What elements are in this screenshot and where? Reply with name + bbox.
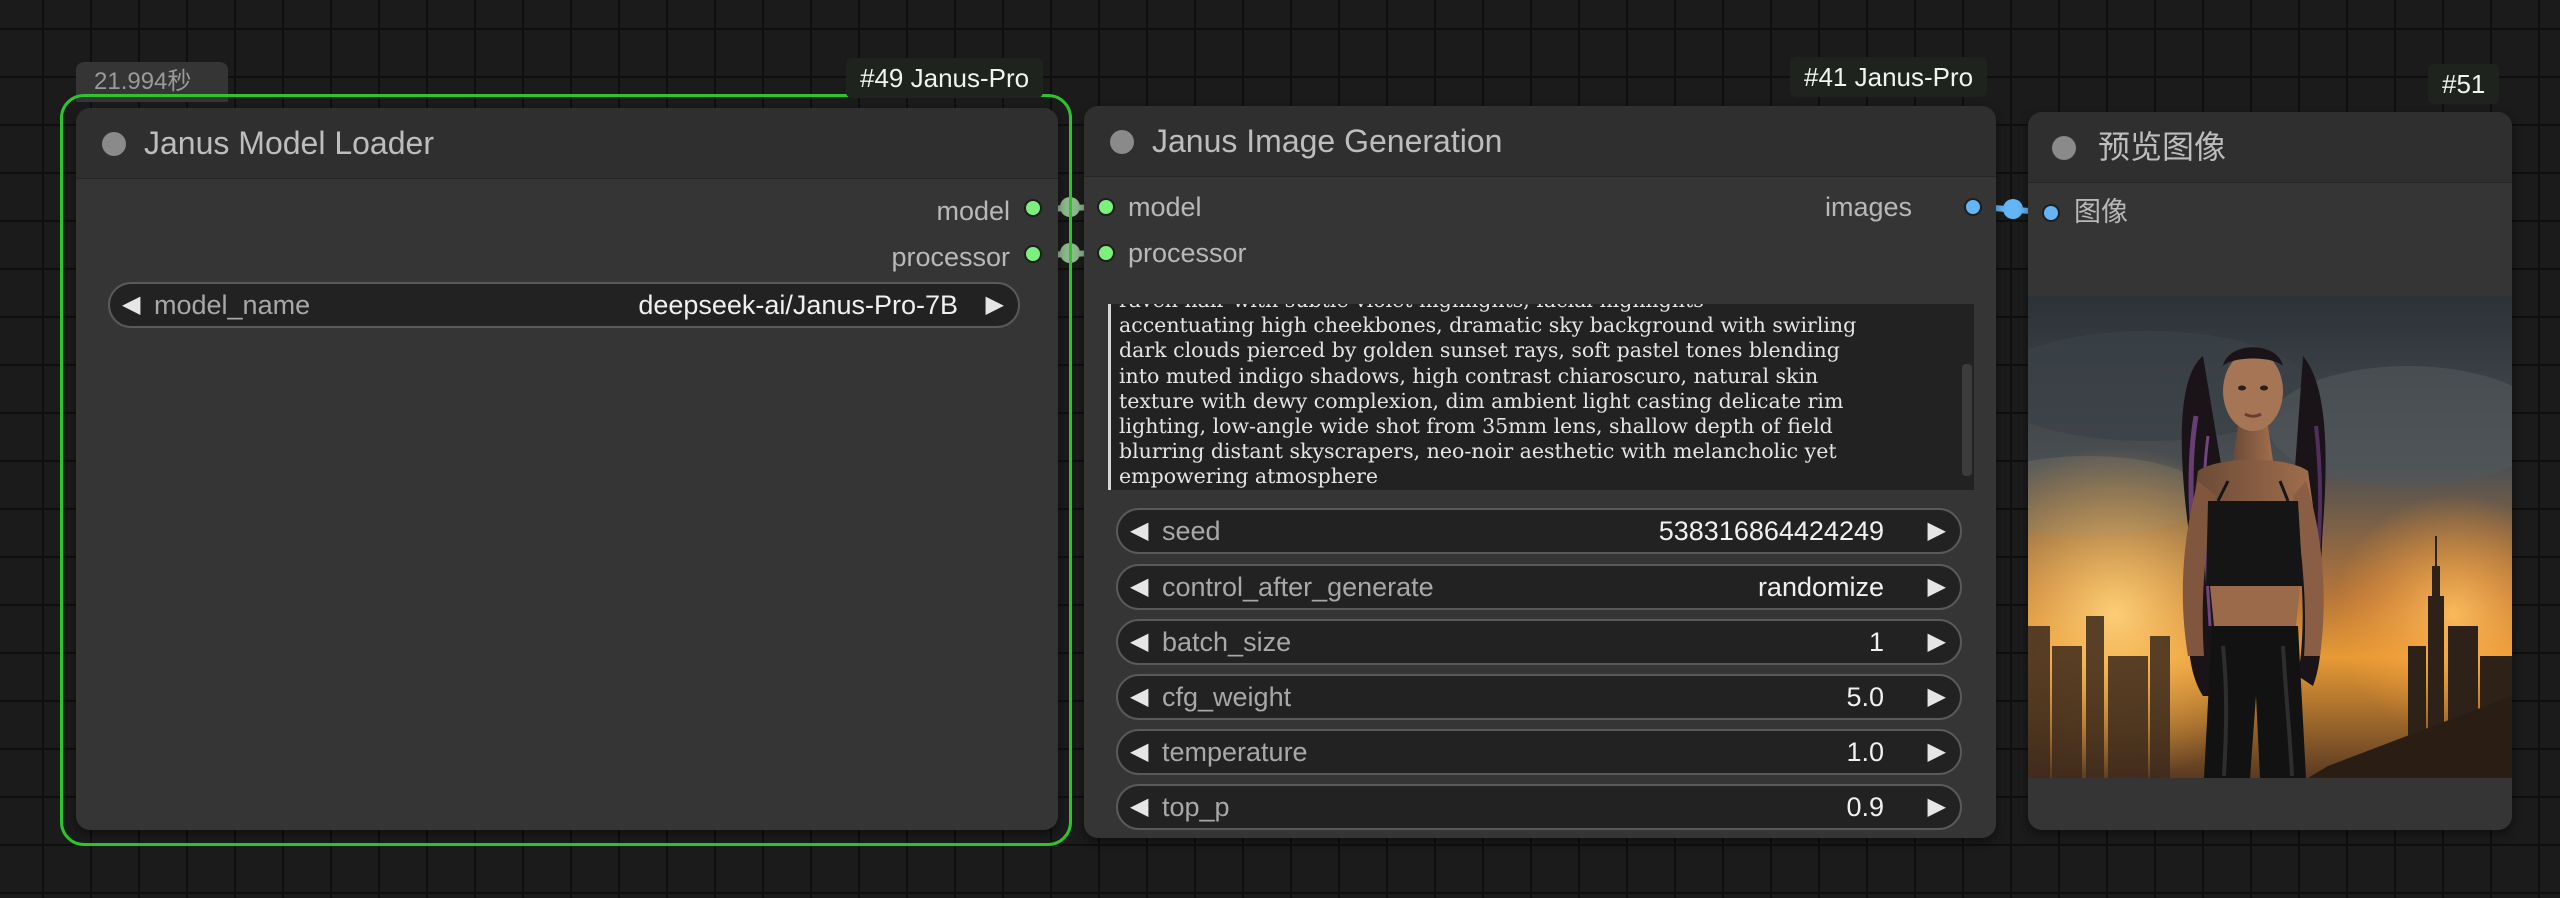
decrement-arrow-icon[interactable]: ◀ — [1130, 786, 1148, 828]
widget-label: top_p — [1162, 792, 1230, 822]
increment-arrow-icon[interactable]: ▶ — [1928, 621, 1946, 663]
widget-label: control_after_generate — [1162, 572, 1434, 602]
collapse-dot-icon[interactable] — [2052, 136, 2076, 160]
widget-label: model_name — [154, 290, 311, 320]
cfg-weight-widget[interactable]: ◀ cfg_weight 5.0 ▶ — [1116, 674, 1962, 720]
input-label-image: 图像 — [2074, 197, 2128, 228]
node-title: Janus Model Loader — [144, 125, 434, 161]
collapse-dot-icon[interactable] — [1110, 130, 1134, 154]
widget-label: temperature — [1162, 737, 1308, 767]
input-slot-processor[interactable] — [1097, 244, 1115, 262]
output-label-model: model — [936, 196, 1010, 226]
images-link-midpoint[interactable] — [2003, 199, 2023, 219]
widget-label: batch_size — [1162, 627, 1292, 657]
preview-image[interactable] — [2028, 296, 2512, 778]
prompt-text: raven hair with subtle violet highlights… — [1119, 304, 1857, 489]
input-label-model: model — [1128, 192, 1202, 222]
increment-arrow-icon[interactable]: ▶ — [986, 284, 1004, 326]
node-title-bar[interactable]: 预览图像 — [2028, 112, 2512, 183]
widget-value: deepseek-ai/Janus-Pro-7B — [638, 290, 958, 320]
decrement-arrow-icon[interactable]: ◀ — [1130, 566, 1148, 608]
widget-value: randomize — [1757, 572, 1884, 602]
model-name-combo[interactable]: ◀ model_name deepseek-ai/Janus-Pro-7B ▶ — [108, 282, 1020, 328]
seed-widget[interactable]: ◀ seed 538316864424249 ▶ — [1116, 508, 1962, 554]
input-slot-image[interactable] — [2042, 204, 2060, 222]
widget-value: 1.0 — [1846, 737, 1884, 767]
node-title-bar[interactable]: Janus Model Loader — [76, 108, 1058, 179]
output-slot-images[interactable] — [1964, 198, 1982, 216]
node-title-bar[interactable]: Janus Image Generation — [1084, 106, 1996, 177]
batch-size-widget[interactable]: ◀ batch_size 1 ▶ — [1116, 619, 1962, 665]
textarea-scrollbar[interactable] — [1962, 364, 1972, 476]
decrement-arrow-icon[interactable]: ◀ — [1130, 676, 1148, 718]
decrement-arrow-icon[interactable]: ◀ — [1130, 621, 1148, 663]
widget-value: 5.0 — [1846, 682, 1884, 712]
top-p-widget[interactable]: ◀ top_p 0.9 ▶ — [1116, 784, 1962, 830]
widget-value: 538316864424249 — [1658, 516, 1884, 546]
node-49-tag: #49 Janus-Pro — [846, 58, 1044, 98]
widget-label: cfg_weight — [1162, 682, 1292, 712]
control-after-generate-widget[interactable]: ◀ control_after_generate randomize ▶ — [1116, 564, 1962, 610]
increment-arrow-icon[interactable]: ▶ — [1928, 566, 1946, 608]
increment-arrow-icon[interactable]: ▶ — [1928, 676, 1946, 718]
decrement-arrow-icon[interactable]: ◀ — [1130, 731, 1148, 773]
input-slot-model[interactable] — [1097, 198, 1115, 216]
temperature-widget[interactable]: ◀ temperature 1.0 ▶ — [1116, 729, 1962, 775]
widget-value: 0.9 — [1846, 792, 1884, 822]
increment-arrow-icon[interactable]: ▶ — [1928, 510, 1946, 552]
input-label-processor: processor — [1128, 238, 1247, 268]
output-slot-processor[interactable] — [1024, 245, 1042, 263]
node-51-tag: #51 — [2428, 64, 2500, 104]
decrement-arrow-icon[interactable]: ◀ — [122, 284, 140, 326]
widget-value: 1 — [1868, 627, 1884, 657]
node-title: Janus Image Generation — [1152, 123, 1503, 159]
collapse-dot-icon[interactable] — [102, 132, 126, 156]
janus-model-loader-node[interactable]: Janus Model Loader model processor ◀ mod… — [76, 108, 1058, 830]
increment-arrow-icon[interactable]: ▶ — [1928, 786, 1946, 828]
output-slot-model[interactable] — [1024, 199, 1042, 217]
preview-image-node[interactable]: 预览图像 图像 — [2028, 112, 2512, 830]
widget-label: seed — [1162, 516, 1221, 546]
node-41-tag: #41 Janus-Pro — [1790, 57, 1988, 97]
prompt-textarea[interactable]: raven hair with subtle violet highlights… — [1108, 304, 1974, 490]
node-title: 预览图像 — [2098, 128, 2227, 166]
output-label-images: images — [1824, 192, 1912, 222]
decrement-arrow-icon[interactable]: ◀ — [1130, 510, 1148, 552]
output-label-processor: processor — [891, 242, 1010, 272]
increment-arrow-icon[interactable]: ▶ — [1928, 731, 1946, 773]
